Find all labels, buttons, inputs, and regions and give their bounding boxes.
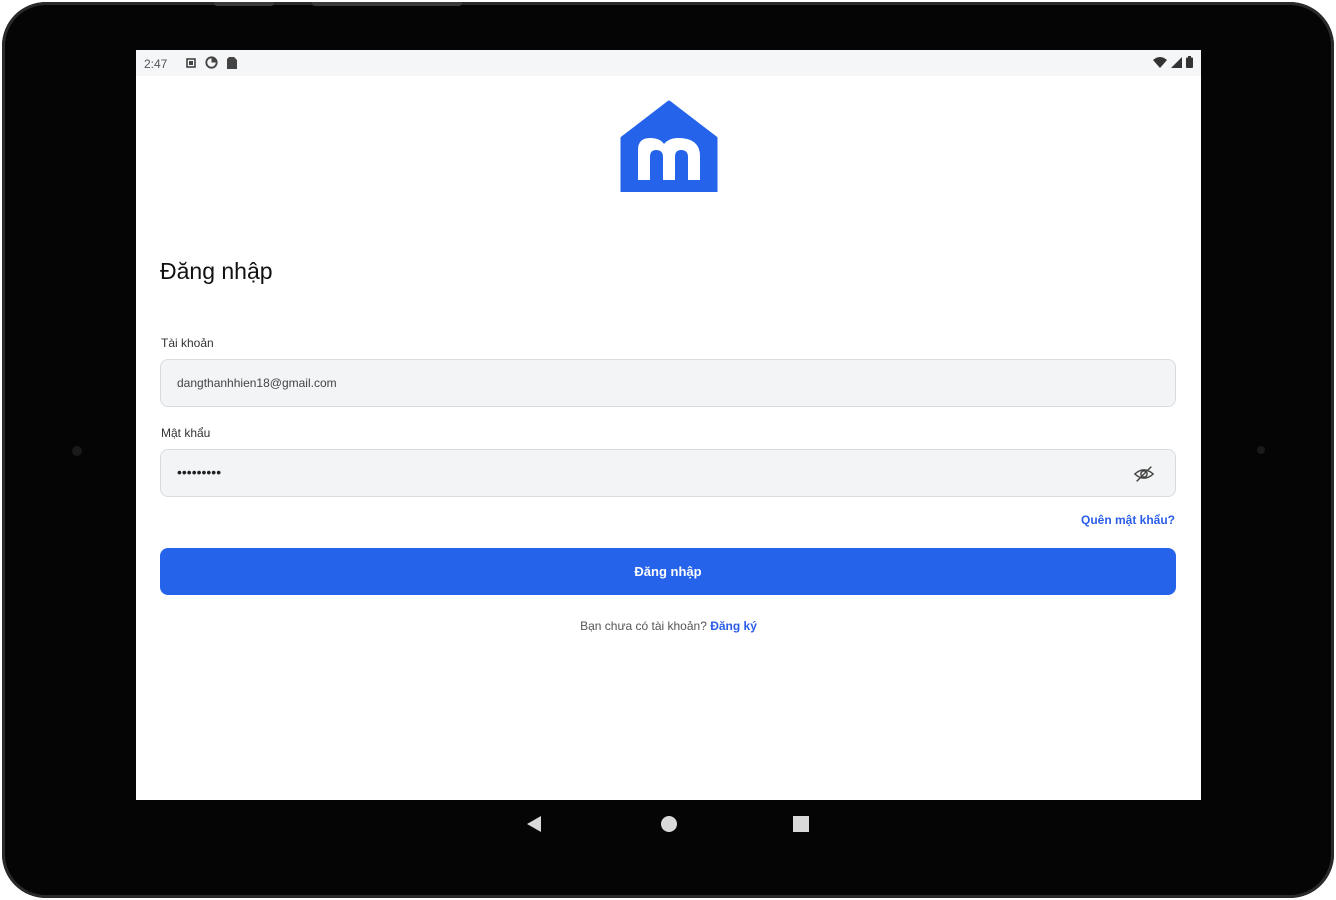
status-bar: 2:47 — [136, 50, 1201, 76]
password-label: Mật khẩu — [161, 426, 211, 440]
signup-prompt: Bạn chưa có tài khoản? Đăng ký — [136, 619, 1201, 633]
sync-icon — [205, 56, 218, 69]
account-input[interactable] — [177, 360, 1117, 406]
power-button — [312, 2, 462, 6]
wifi-icon — [1153, 56, 1167, 68]
account-field-box — [160, 359, 1176, 407]
notification-square-icon — [186, 57, 196, 68]
volume-button — [214, 2, 274, 6]
eye-off-icon[interactable] — [1133, 463, 1155, 485]
battery-icon — [1186, 56, 1193, 68]
page-title: Đăng nhập — [160, 258, 273, 284]
signup-link[interactable]: Đăng ký — [710, 619, 757, 633]
camera-left — [72, 446, 82, 456]
signal-icon — [1171, 56, 1182, 68]
account-label: Tài khoản — [161, 336, 214, 350]
house-m-logo — [620, 100, 718, 192]
sensor-right — [1257, 446, 1265, 454]
forgot-password-link[interactable]: Quên mật khẩu? — [1081, 513, 1175, 527]
no-account-text: Bạn chưa có tài khoản? — [580, 619, 707, 633]
triangle-back-icon[interactable] — [525, 814, 543, 834]
circle-home-icon[interactable] — [659, 814, 679, 834]
login-button[interactable]: Đăng nhập — [160, 548, 1176, 595]
square-recents-icon[interactable] — [792, 814, 810, 834]
app-screen: 2:47 Đăng nhập Tài khoản Mật khẩu ••••••… — [136, 50, 1201, 800]
status-time: 2:47 — [144, 57, 168, 71]
system-nav-bar — [136, 800, 1201, 850]
password-field-box: ••••••••• — [160, 449, 1176, 497]
password-input[interactable]: ••••••••• — [177, 464, 221, 480]
sim-card-icon — [227, 56, 237, 69]
